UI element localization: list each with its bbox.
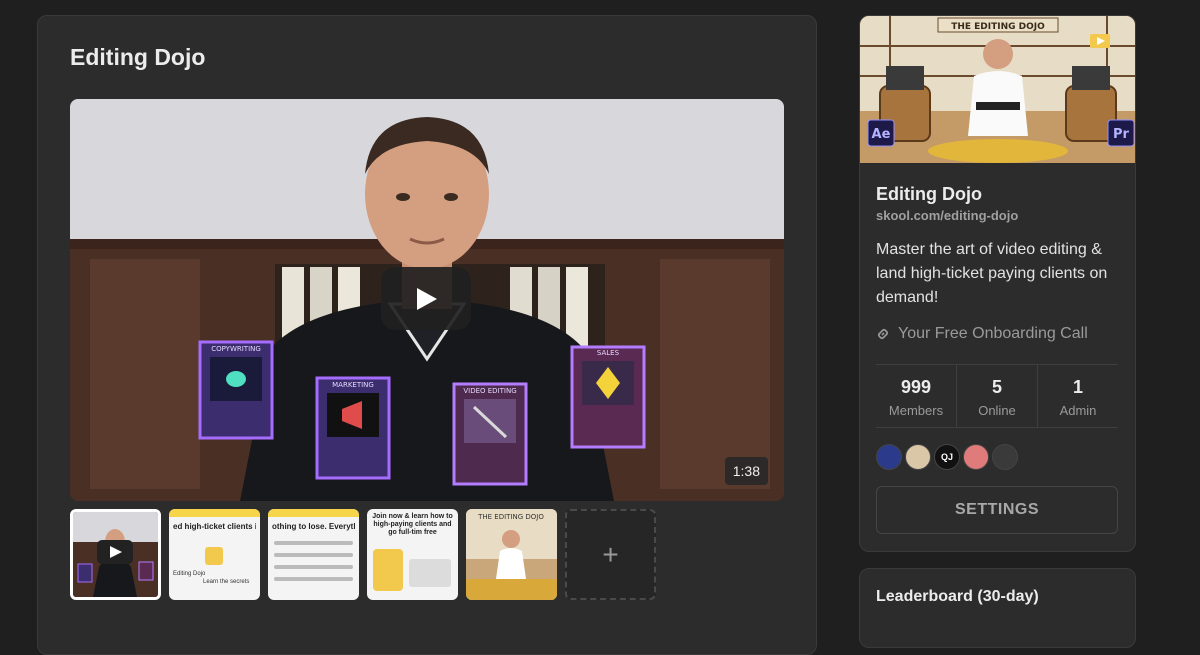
- thumbnail-slide[interactable]: othing to lose. Everything to gai: [268, 509, 359, 600]
- stat-label: Admin: [1059, 403, 1097, 418]
- overlay-card-label: COPYWRITING: [211, 345, 261, 353]
- video-player[interactable]: COPYWRITING MARKETING VIDEO EDITING SALE…: [70, 99, 784, 501]
- thumbnail-slide[interactable]: ed high-ticket clients in 3 simple le Ed…: [169, 509, 260, 600]
- link-icon: [877, 328, 889, 340]
- video-thumbnail-image: [73, 512, 158, 597]
- onboarding-link-label: Your Free Onboarding Call: [898, 325, 1088, 342]
- group-description: Master the art of video editing & land h…: [876, 241, 1108, 306]
- leaderboard-card: Leaderboard (30-day): [859, 568, 1136, 648]
- thumbnail-headline: ed high-ticket clients in 3 simple le: [173, 522, 256, 531]
- avatar[interactable]: [905, 444, 931, 470]
- add-media-button[interactable]: +: [565, 509, 656, 600]
- thumbnail-slide[interactable]: Join now & learn how to high-paying clie…: [367, 509, 458, 600]
- thumbnail-image[interactable]: THE EDITING DOJO: [466, 509, 557, 600]
- thumbnail-headline: othing to lose. Everything to gai: [272, 522, 355, 531]
- thumbnail-label: Learn the secrets: [203, 579, 250, 585]
- member-avatars: QJ: [876, 444, 1018, 470]
- banner-image: THE EDITING DOJO Ae Pr: [860, 16, 1135, 163]
- main-card: Editing Dojo COPYWRITING MARKETING VIDEO…: [37, 15, 817, 655]
- banner-title: THE EDITING DOJO: [951, 22, 1045, 32]
- plus-icon: +: [602, 538, 619, 570]
- stat-members[interactable]: 999 Members: [876, 365, 957, 427]
- video-duration: 1:38: [724, 457, 768, 485]
- avatar[interactable]: [963, 444, 989, 470]
- stat-value: 1: [1072, 377, 1083, 397]
- avatar[interactable]: [876, 444, 902, 470]
- group-name: Editing Dojo: [876, 184, 982, 204]
- media-thumbnails: ed high-ticket clients in 3 simple le Ed…: [70, 509, 656, 601]
- premiere-badge: Pr: [1113, 127, 1130, 142]
- leaderboard-title: Leaderboard (30-day): [876, 588, 1039, 605]
- stat-online[interactable]: 5 Online: [957, 365, 1038, 427]
- thumbnail-label: Editing Dojo: [173, 571, 206, 577]
- onboarding-link[interactable]: Your Free Onboarding Call: [876, 325, 1088, 343]
- group-stats: 999 Members 5 Online 1 Admin: [876, 364, 1118, 428]
- avatar[interactable]: QJ: [934, 444, 960, 470]
- overlay-card-label: SALES: [597, 349, 620, 357]
- thumbnail-headline: Join now & learn how to high-paying clie…: [372, 513, 453, 536]
- avatar[interactable]: [992, 444, 1018, 470]
- play-button[interactable]: [381, 267, 471, 330]
- overlay-card-label: VIDEO EDITING: [463, 387, 516, 395]
- overlay-card-label: MARKETING: [332, 381, 374, 389]
- stat-value: 5: [991, 377, 1002, 397]
- stat-label: Online: [978, 403, 1016, 418]
- stat-value: 999: [900, 377, 932, 397]
- thumbnail-video[interactable]: [70, 509, 161, 600]
- stat-admin[interactable]: 1 Admin: [1038, 365, 1118, 427]
- dojo-thumbnail-image: THE EDITING DOJO: [466, 509, 557, 600]
- group-url[interactable]: skool.com/editing-dojo: [876, 208, 1018, 223]
- thumbnail-label: THE EDITING DOJO: [477, 513, 544, 521]
- after-effects-badge: Ae: [872, 127, 891, 142]
- stat-label: Members: [888, 403, 944, 418]
- group-banner: THE EDITING DOJO Ae Pr: [860, 16, 1135, 163]
- play-icon: [417, 287, 437, 310]
- settings-button[interactable]: SETTINGS: [876, 486, 1118, 534]
- group-info-card: THE EDITING DOJO Ae Pr Editing Dojo skoo…: [859, 15, 1136, 552]
- avatar-initials: QJ: [940, 452, 953, 462]
- page-title: Editing Dojo: [70, 44, 206, 70]
